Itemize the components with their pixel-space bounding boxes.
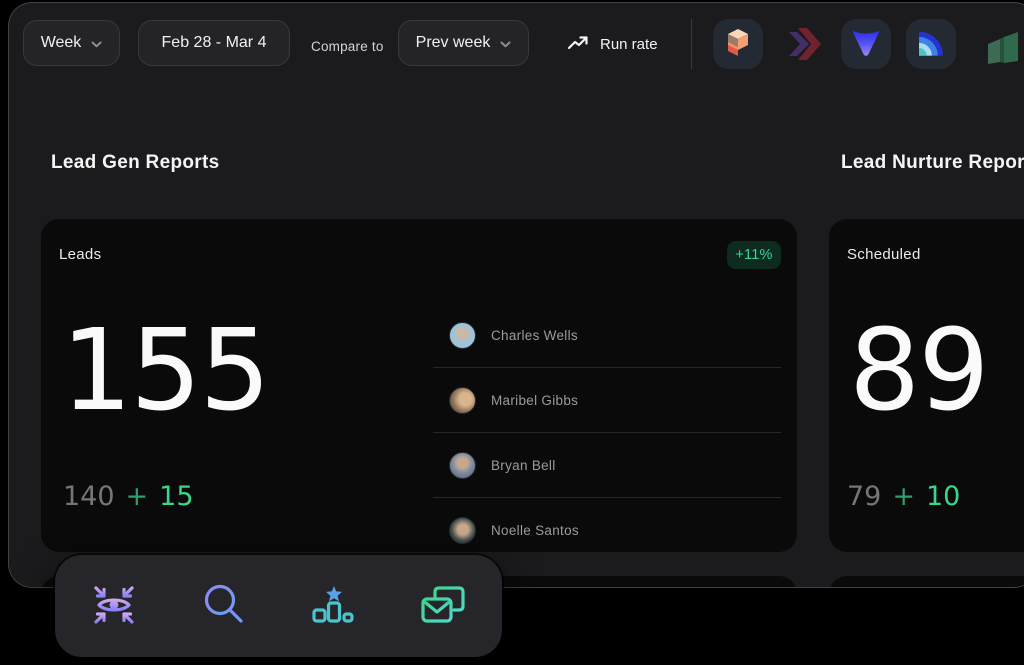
plus-sign: + — [892, 481, 915, 512]
leads-value: 155 — [61, 315, 269, 427]
scheduled-value: 89 — [849, 315, 988, 427]
mail-campaigns-button[interactable] — [417, 580, 469, 632]
next-row-card-stub — [829, 576, 1024, 588]
trending-up-icon — [567, 34, 589, 55]
scheduled-previous-value: 79 — [847, 481, 881, 512]
period-dropdown[interactable]: Week — [23, 20, 120, 66]
period-dropdown-label: Week — [41, 34, 82, 52]
integration-orange-cube-app[interactable] — [713, 19, 763, 69]
date-range-label: Feb 28 - Mar 4 — [162, 34, 267, 52]
integration-funnel-app[interactable] — [841, 19, 891, 69]
focus-eye-button[interactable] — [88, 580, 140, 632]
blue-arcs-icon — [914, 25, 948, 64]
leaderboard-star-button[interactable] — [307, 580, 359, 632]
lead-nurture-section-title: Lead Nurture Reports — [841, 152, 1024, 174]
leaderboard-star-icon — [310, 582, 356, 631]
list-item[interactable]: Charles Wells — [433, 303, 781, 368]
chevron-down-icon — [91, 35, 102, 53]
leads-previous-row: 140 + 15 — [63, 481, 194, 512]
run-rate-label: Run rate — [600, 36, 658, 53]
leads-card-title: Leads — [59, 246, 101, 263]
integration-arcs-app[interactable] — [906, 19, 956, 69]
list-item[interactable]: Bryan Bell — [433, 433, 781, 498]
list-item[interactable]: Noelle Santos — [433, 498, 781, 552]
green-bars-icon — [986, 27, 1024, 72]
search-analytics-icon — [202, 582, 246, 631]
avatar — [449, 322, 476, 349]
floating-action-toolbar — [55, 555, 502, 657]
run-rate-toggle[interactable]: Run rate — [567, 31, 658, 57]
toolbar-divider — [691, 19, 692, 69]
orange-cube-icon — [722, 26, 754, 63]
chevron-down-icon — [500, 35, 511, 53]
integration-green-bars-app[interactable] — [986, 29, 1024, 69]
list-item[interactable]: Maribel Gibbs — [433, 368, 781, 433]
person-name: Charles Wells — [491, 328, 578, 343]
compare-to-label: Compare to — [311, 39, 384, 54]
avatar — [449, 517, 476, 544]
leads-previous-value: 140 — [63, 481, 115, 512]
scheduled-previous-row: 79 + 10 — [847, 481, 960, 512]
search-analytics-button[interactable] — [198, 580, 250, 632]
avatar — [449, 452, 476, 479]
lead-gen-section-title: Lead Gen Reports — [51, 152, 219, 174]
mail-campaigns-icon — [419, 582, 467, 631]
leads-card: Leads +11% 155 140 + 15 Charles Wells Ma… — [41, 219, 797, 552]
scheduled-card: Scheduled 89 79 + 10 — [829, 219, 1024, 552]
compare-period-dropdown[interactable]: Prev week — [398, 20, 529, 66]
dashboard-screenshot: Week Feb 28 - Mar 4 Compare to Prev week… — [0, 0, 1024, 665]
avatar — [449, 387, 476, 414]
date-range-button[interactable]: Feb 28 - Mar 4 — [138, 20, 290, 66]
red-purple-chevrons-icon — [786, 25, 824, 68]
compare-period-label: Prev week — [416, 34, 491, 52]
blue-funnel-icon — [848, 24, 884, 65]
plus-sign: + — [126, 481, 149, 512]
person-name: Maribel Gibbs — [491, 393, 578, 408]
leads-delta-value: 15 — [159, 481, 193, 512]
scheduled-delta-value: 10 — [926, 481, 960, 512]
person-name: Bryan Bell — [491, 458, 556, 473]
leads-change-badge: +11% — [727, 241, 781, 269]
leads-people-list: Charles Wells Maribel Gibbs Bryan Bell N… — [433, 303, 781, 552]
person-name: Noelle Santos — [491, 523, 579, 538]
focus-eye-icon — [89, 581, 139, 632]
dashboard-window: Week Feb 28 - Mar 4 Compare to Prev week… — [8, 2, 1024, 588]
integration-chevron-layers-app[interactable] — [786, 27, 824, 65]
scheduled-card-title: Scheduled — [847, 246, 921, 263]
